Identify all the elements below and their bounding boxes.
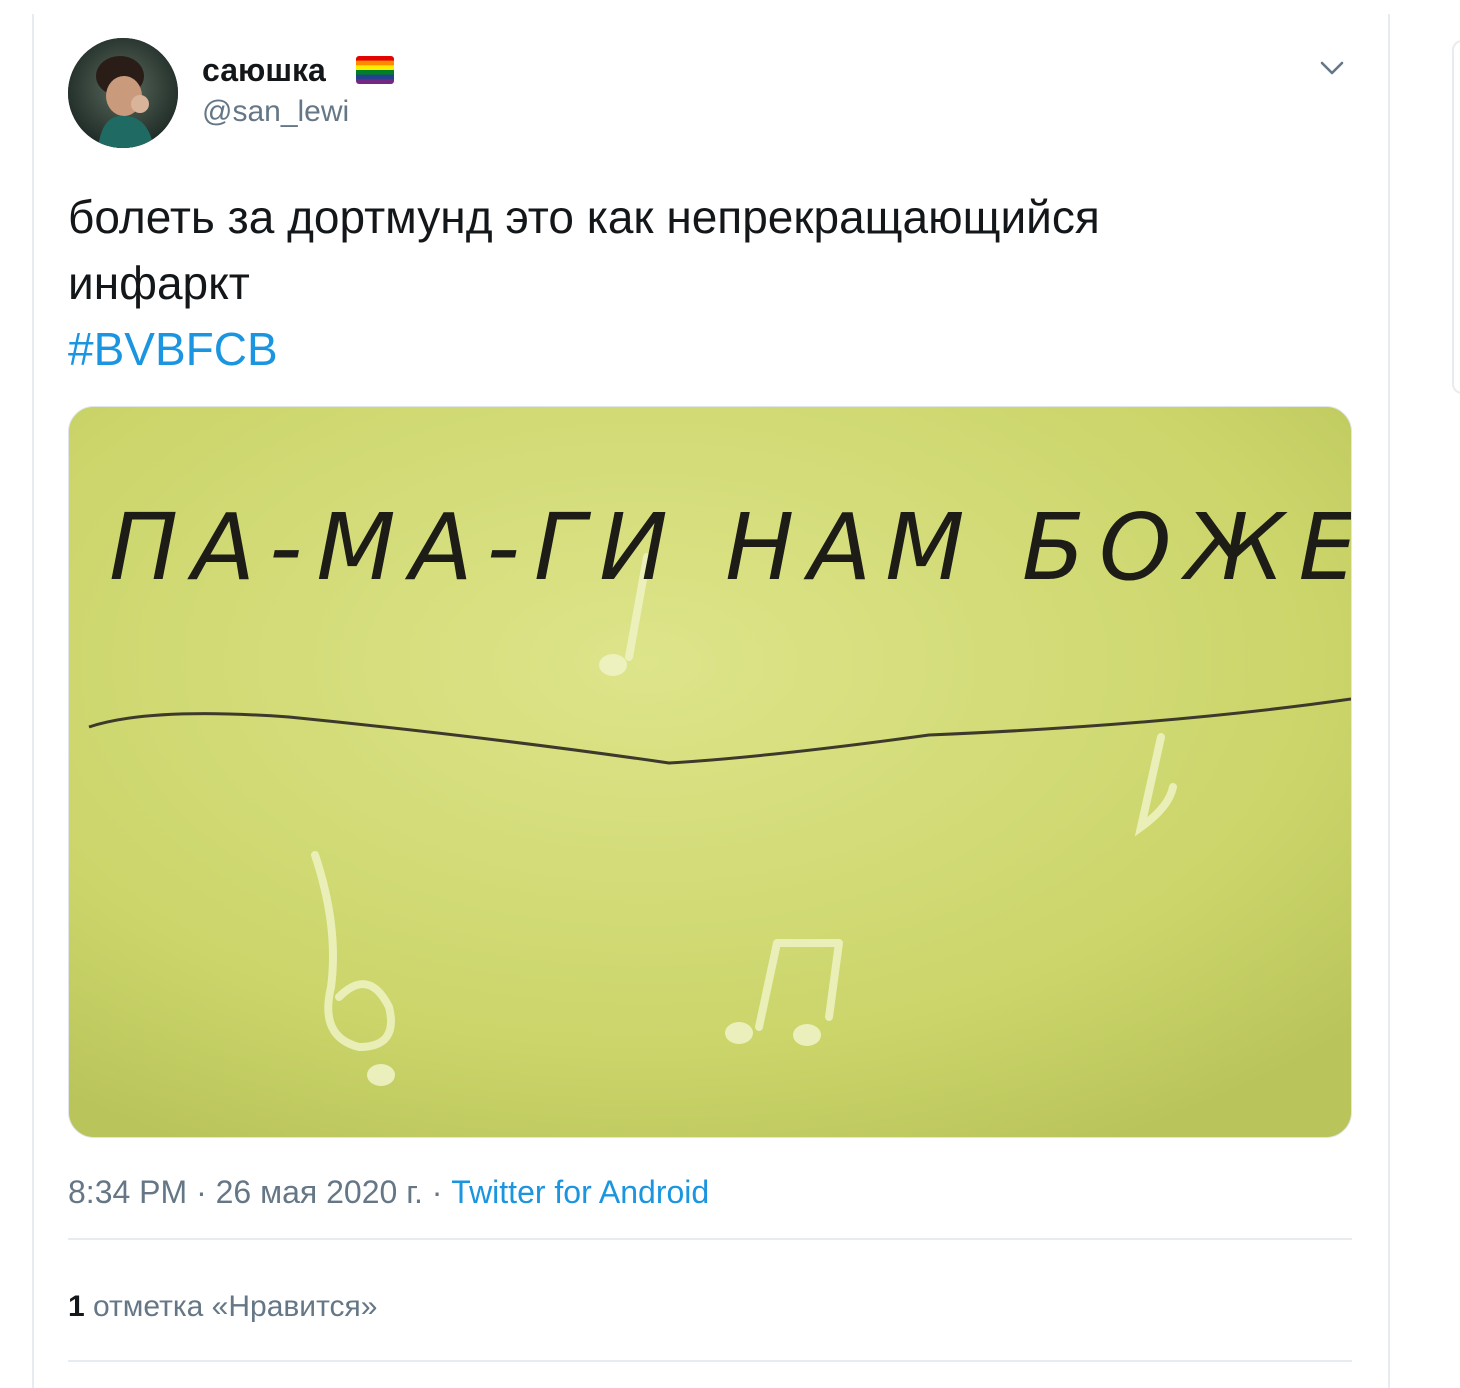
tweet-date[interactable]: 26 мая 2020 г. xyxy=(216,1174,423,1210)
handwritten-text: ПА-МА-ГИ НАМ БОЖЕ xyxy=(109,494,1351,601)
tweet-metadata: 8:34 PM · 26 мая 2020 г. · Twitter for A… xyxy=(68,1172,709,1212)
rainbow-flag-icon xyxy=(356,56,394,84)
handwritten-note-image: ПА-МА-ГИ НАМ БОЖЕ xyxy=(69,407,1351,1137)
chevron-down-icon[interactable] xyxy=(1316,52,1348,84)
likes-summary[interactable]: 1 отметка «Нравится» xyxy=(68,1288,377,1326)
tweet-source-link[interactable]: Twitter for Android xyxy=(451,1174,709,1210)
avatar[interactable] xyxy=(68,38,178,148)
tweet-text: болеть за дортмунд это как непрекращающи… xyxy=(68,184,1348,382)
tweet-text-line-2: инфаркт xyxy=(68,257,250,309)
divider xyxy=(68,1360,1352,1362)
likes-label: отметка «Нравится» xyxy=(93,1290,378,1323)
divider xyxy=(68,1238,1352,1240)
likes-count: 1 xyxy=(68,1290,85,1323)
tweet-text-line-1: болеть за дортмунд это как непрекращающи… xyxy=(68,191,1100,243)
meta-separator: · xyxy=(196,1174,207,1210)
tweet-page: саюшка @san_lewi болеть за дортмунд это … xyxy=(0,0,1460,1388)
meta-separator: · xyxy=(431,1174,443,1210)
display-name[interactable]: саюшка xyxy=(202,50,326,90)
avatar-image xyxy=(68,38,178,148)
tweet-time[interactable]: 8:34 PM xyxy=(68,1174,187,1210)
tweet-photo[interactable]: ПА-МА-ГИ НАМ БОЖЕ xyxy=(68,406,1352,1138)
sidebar-panel-edge xyxy=(1452,40,1460,394)
user-handle[interactable]: @san_lewi xyxy=(202,94,349,130)
hashtag-link[interactable]: #BVBFCB xyxy=(68,316,278,382)
